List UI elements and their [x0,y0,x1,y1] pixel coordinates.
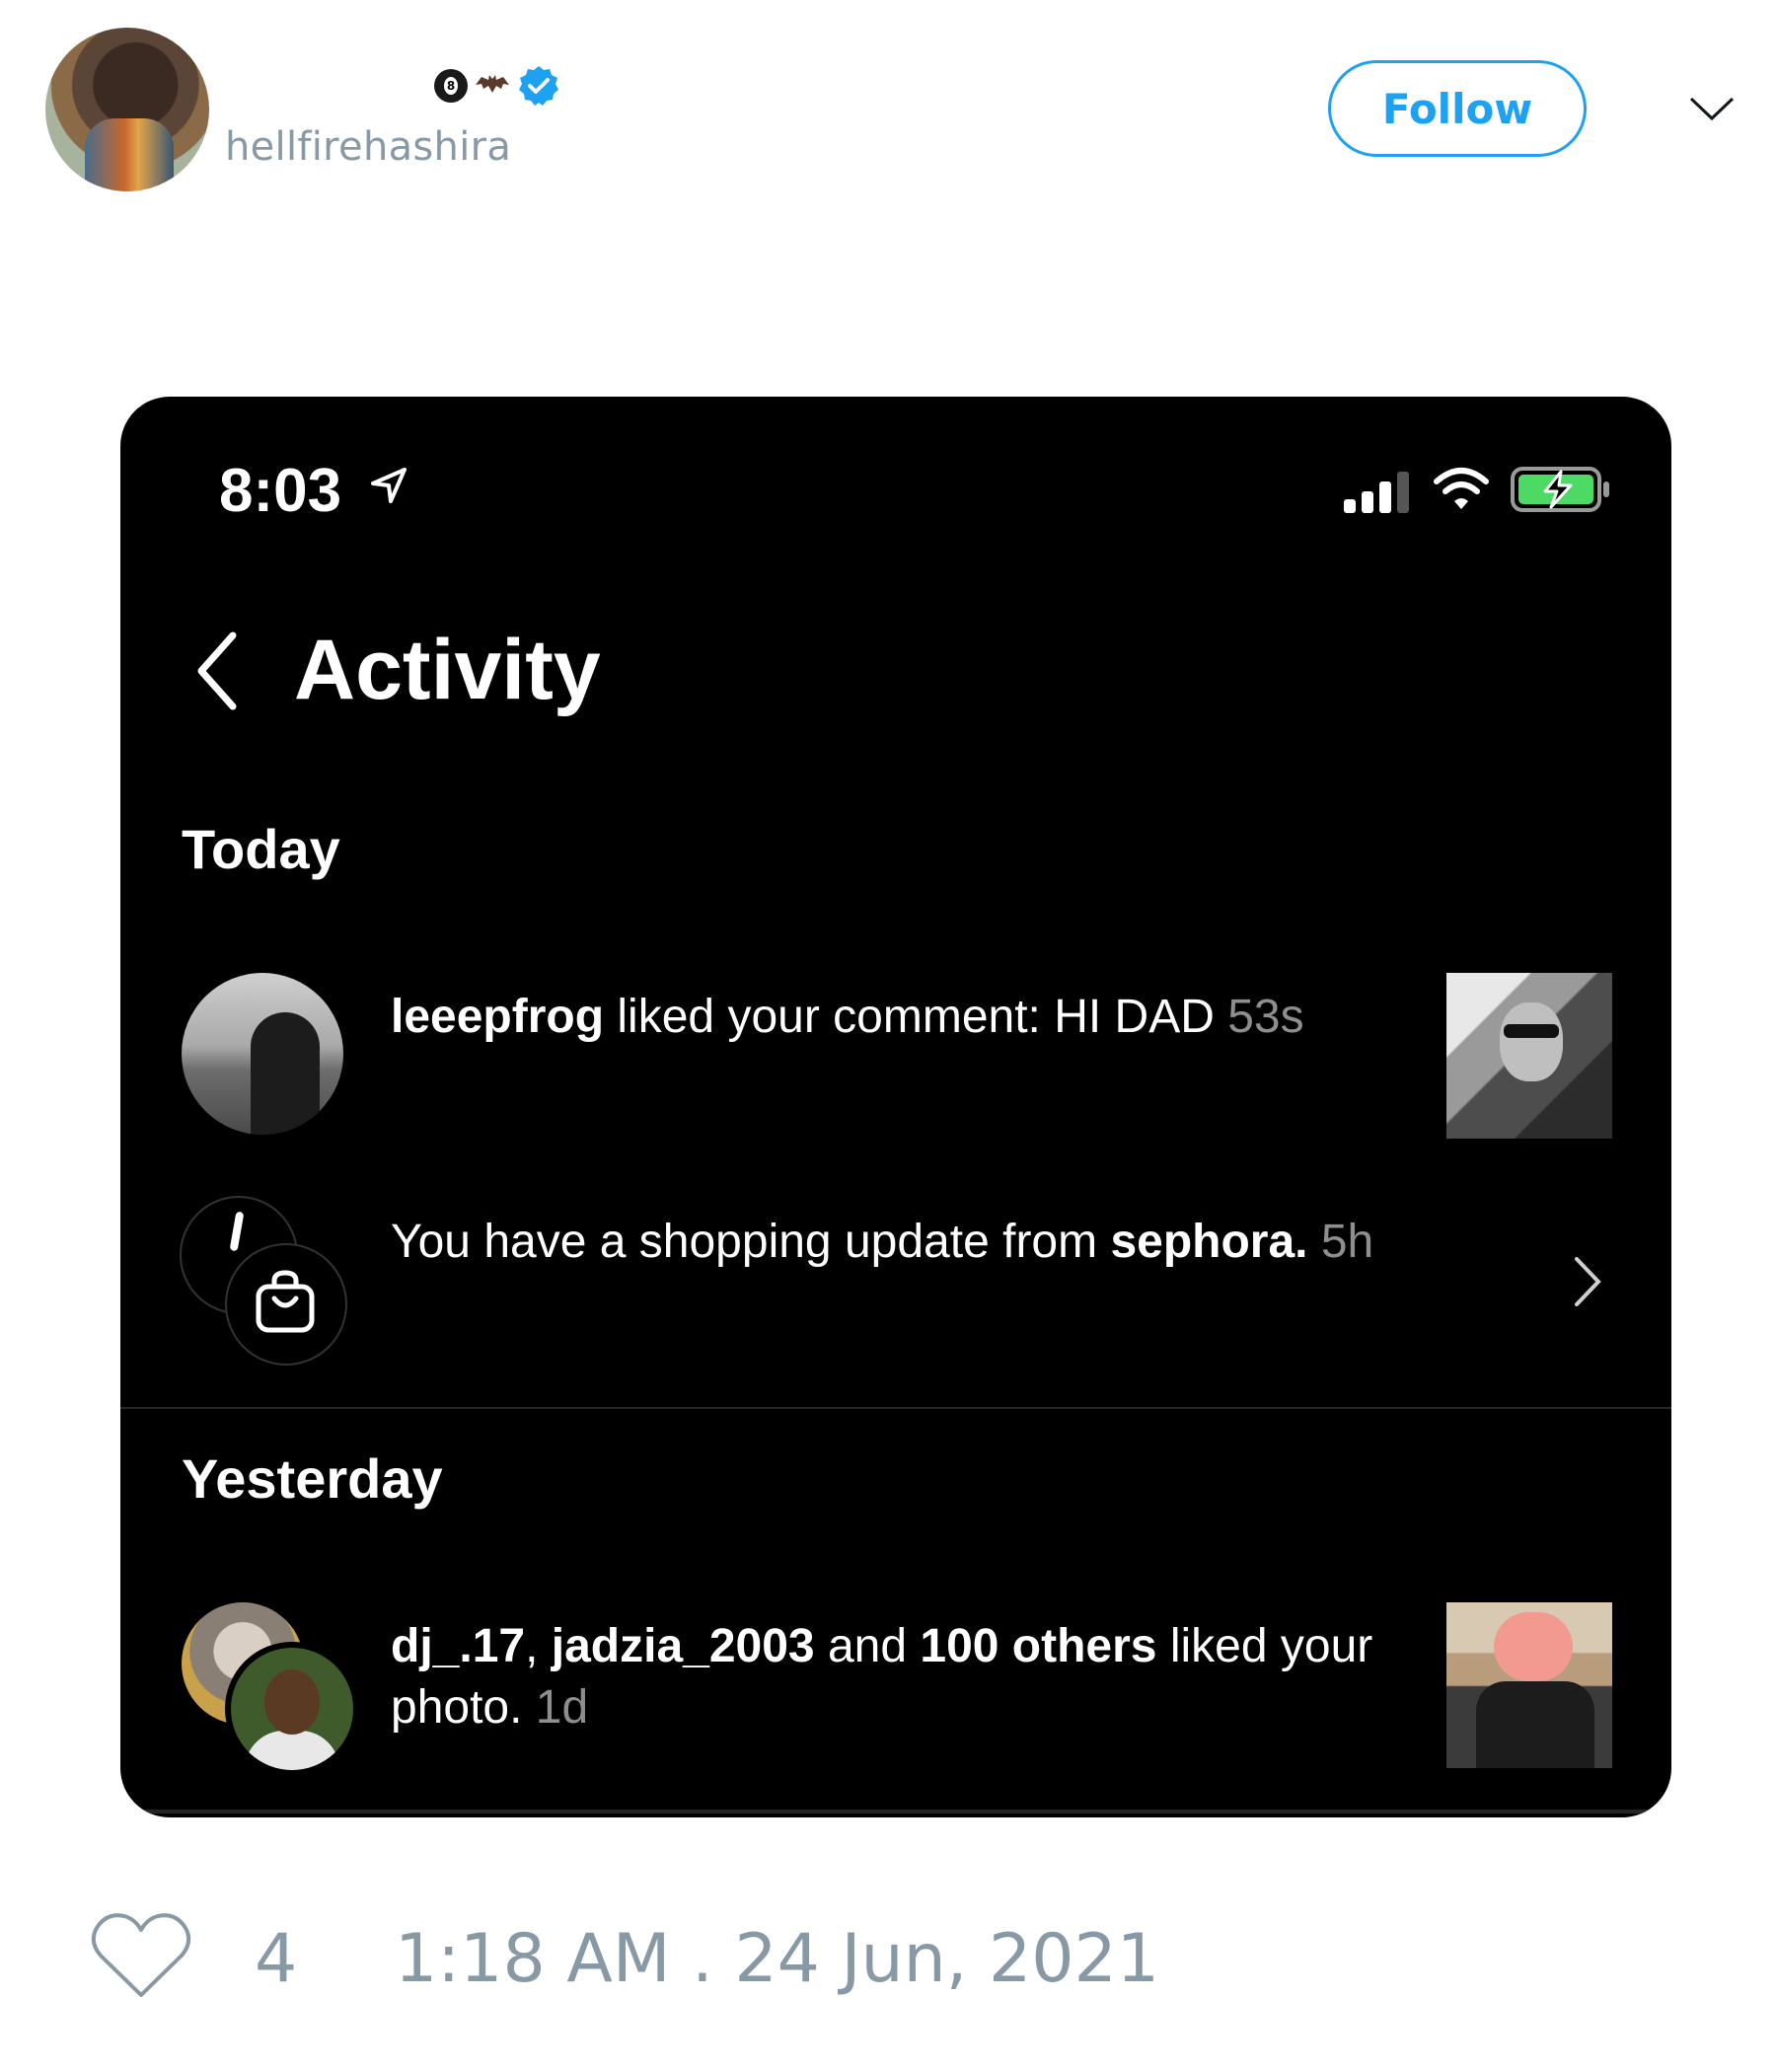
avatar-head [264,1669,320,1735]
liker-username-1[interactable]: dj_.17 [391,1620,525,1672]
location-arrow-icon [371,468,407,503]
avatar-shirt [245,1731,339,1770]
shopping-time: 5h [1307,1216,1374,1268]
tweet-timestamp[interactable]: 1:18 AM . 24 Jun, 2021 [395,1920,1159,1998]
notification-message: liked your comment: HI DAD [604,991,1228,1043]
display-name[interactable] [434,63,560,109]
thumbnail-shirt [1476,1681,1594,1768]
thumbnail-hair [1494,1612,1573,1681]
page-title: Activity [294,623,601,717]
chevron-down-icon[interactable] [1687,89,1737,128]
notification-time: 53s [1227,991,1304,1043]
shopping-bag-icon [256,1270,315,1333]
bat-emoji-icon [476,75,509,93]
shopping-brand[interactable]: sephora. [1110,1216,1307,1268]
photo-thumbnail[interactable] [1446,1602,1612,1768]
heart-icon[interactable] [89,1910,193,2001]
notification-username[interactable]: leeepfrog [391,991,604,1043]
thumbnail-glasses [1504,1024,1559,1038]
post-thumbnail[interactable] [1446,973,1612,1139]
stacked-avatar-front[interactable] [225,1642,359,1776]
tweet-media-image[interactable]: 8:03 Activity Today leeepfrog liked your… [120,397,1671,1817]
follow-button[interactable]: Follow [1328,60,1587,157]
profile-avatar[interactable] [45,28,209,191]
separator: , [525,1620,552,1672]
avatar-silhouette [251,1012,320,1135]
section-divider [120,1407,1671,1409]
separator: and [814,1620,921,1672]
back-chevron-icon[interactable] [193,629,243,712]
thumbnail-face [1500,1002,1563,1081]
notification-avatar[interactable] [182,973,343,1135]
bottom-divider [120,1810,1671,1813]
status-time: 8:03 [219,457,342,525]
8ball-emoji-icon [434,69,468,103]
battery-charging-icon [1511,467,1609,512]
wifi-icon [1434,468,1489,509]
avatar-shirt [85,118,174,191]
signal-strength-icon [1344,472,1409,513]
chevron-right-icon[interactable] [1571,1253,1604,1310]
shopping-notification-text[interactable]: You have a shopping update from sephora.… [391,1212,1486,1273]
like-count[interactable]: 4 [255,1920,297,1998]
notification-text[interactable]: leeepfrog liked your comment: HI DAD 53s [391,987,1486,1048]
shopping-message: You have a shopping update from [391,1216,1111,1268]
user-handle[interactable]: hellfirehashira [225,124,511,170]
liker-username-2[interactable]: jadzia_2003 [552,1620,815,1672]
section-today: Today [182,818,340,880]
verified-badge-icon [519,66,558,106]
section-yesterday: Yesterday [182,1447,443,1510]
likes-time: 1d [535,1681,589,1734]
others-count[interactable]: 100 others [920,1620,1156,1672]
likes-notification-text[interactable]: dj_.17, jadzia_2003 and 100 others liked… [391,1616,1437,1739]
